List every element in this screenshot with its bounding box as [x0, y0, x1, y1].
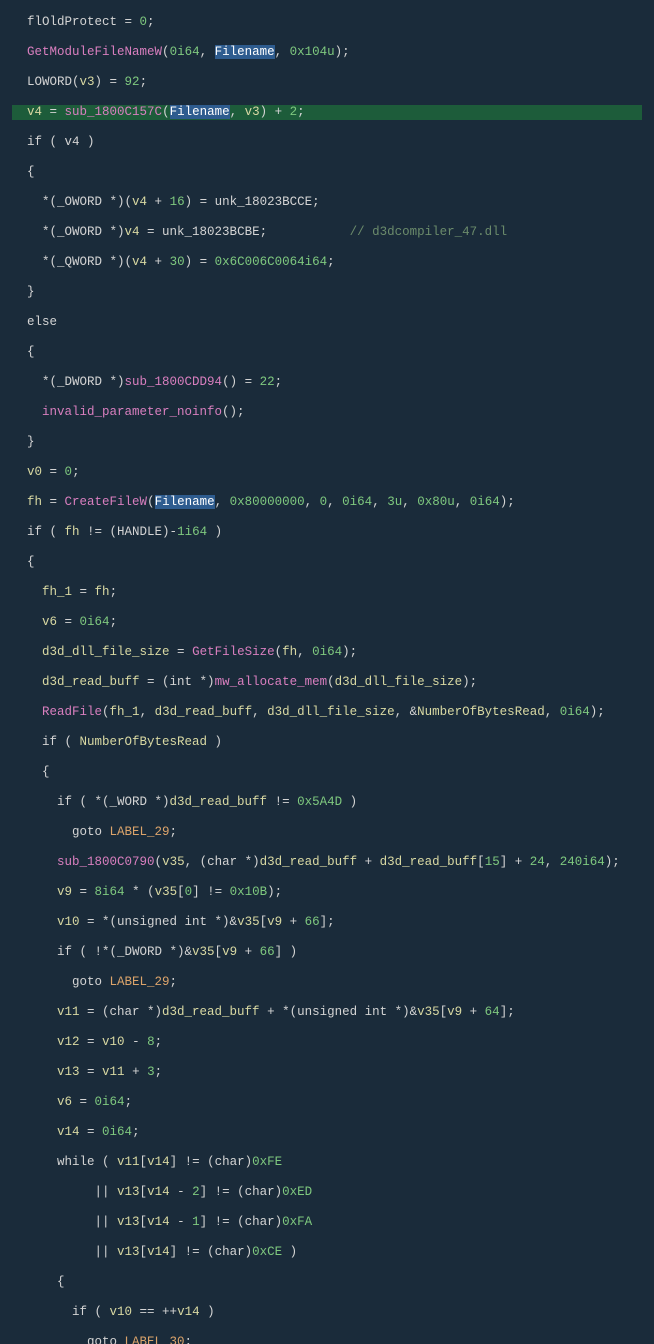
code-line: *(_DWORD *)sub_1800CDD94() = 22; [12, 375, 642, 390]
code-line: LOWORD(v3) = 92; [12, 75, 642, 90]
code-line: { [12, 165, 642, 180]
code-line: d3d_dll_file_size = GetFileSize(fh, 0i64… [12, 645, 642, 660]
code-line: { [12, 555, 642, 570]
code-line: { [12, 765, 642, 780]
code-line: while ( v11[v14] != (char)0xFE [12, 1155, 642, 1170]
code-line: sub_1800C0790(v35, (char *)d3d_read_buff… [12, 855, 642, 870]
code-line: v0 = 0; [12, 465, 642, 480]
code-line: fh = CreateFileW(Filename, 0x80000000, 0… [12, 495, 642, 510]
code-line: if ( v10 == ++v14 ) [12, 1305, 642, 1320]
code-line: if ( fh != (HANDLE)-1i64 ) [12, 525, 642, 540]
code-line: v13 = v11 + 3; [12, 1065, 642, 1080]
code-line: *(_OWORD *)v4 = unk_18023BCBE; // d3dcom… [12, 225, 642, 240]
code-line: *(_QWORD *)(v4 + 30) = 0x6C006C0064i64; [12, 255, 642, 270]
code-line: v10 = *(unsigned int *)&v35[v9 + 66]; [12, 915, 642, 930]
code-line: if ( !*(_DWORD *)&v35[v9 + 66] ) [12, 945, 642, 960]
goto-label: LABEL_30 [125, 1335, 185, 1344]
code-line-highlighted: v4 = sub_1800C157C(Filename, v3) + 2; [12, 105, 642, 120]
code-line: v6 = 0i64; [12, 1095, 642, 1110]
code-line: || v13[v14 - 1] != (char)0xFA [12, 1215, 642, 1230]
code-line: goto LABEL_30; [12, 1335, 642, 1344]
code-line: v6 = 0i64; [12, 615, 642, 630]
code-line: d3d_read_buff = (int *)mw_allocate_mem(d… [12, 675, 642, 690]
code-line: if ( *(_WORD *)d3d_read_buff != 0x5A4D ) [12, 795, 642, 810]
comment: // d3dcompiler_47.dll [350, 225, 508, 239]
code-line: v14 = 0i64; [12, 1125, 642, 1140]
code-line: if ( NumberOfBytesRead ) [12, 735, 642, 750]
code-line: invalid_parameter_noinfo(); [12, 405, 642, 420]
code-line: ReadFile(fh_1, d3d_read_buff, d3d_dll_fi… [12, 705, 642, 720]
code-line: { [12, 345, 642, 360]
code-line: *(_OWORD *)(v4 + 16) = unk_18023BCCE; [12, 195, 642, 210]
code-line: v12 = v10 - 8; [12, 1035, 642, 1050]
code-line: if ( v4 ) [12, 135, 642, 150]
code-line: } [12, 285, 642, 300]
code-line: v9 = 8i64 * (v35[0] != 0x10B); [12, 885, 642, 900]
goto-label: LABEL_29 [110, 975, 170, 989]
goto-label: LABEL_29 [110, 825, 170, 839]
code-line: fh_1 = fh; [12, 585, 642, 600]
code-line: } [12, 435, 642, 450]
code-editor[interactable]: flOldProtect = 0; GetModuleFileNameW(0i6… [0, 0, 654, 1344]
code-line: v11 = (char *)d3d_read_buff + *(unsigned… [12, 1005, 642, 1020]
code-line: || v13[v14] != (char)0xCE ) [12, 1245, 642, 1260]
code-line: goto LABEL_29; [12, 825, 642, 840]
highlighted-filename: Filename [170, 105, 230, 119]
code-line: { [12, 1275, 642, 1290]
code-line: goto LABEL_29; [12, 975, 642, 990]
code-line: || v13[v14 - 2] != (char)0xED [12, 1185, 642, 1200]
highlighted-filename: Filename [215, 45, 275, 59]
highlighted-filename: Filename [155, 495, 215, 509]
code-line: else [12, 315, 642, 330]
code-line: GetModuleFileNameW(0i64, Filename, 0x104… [12, 45, 642, 60]
code-line: flOldProtect = 0; [12, 15, 642, 30]
